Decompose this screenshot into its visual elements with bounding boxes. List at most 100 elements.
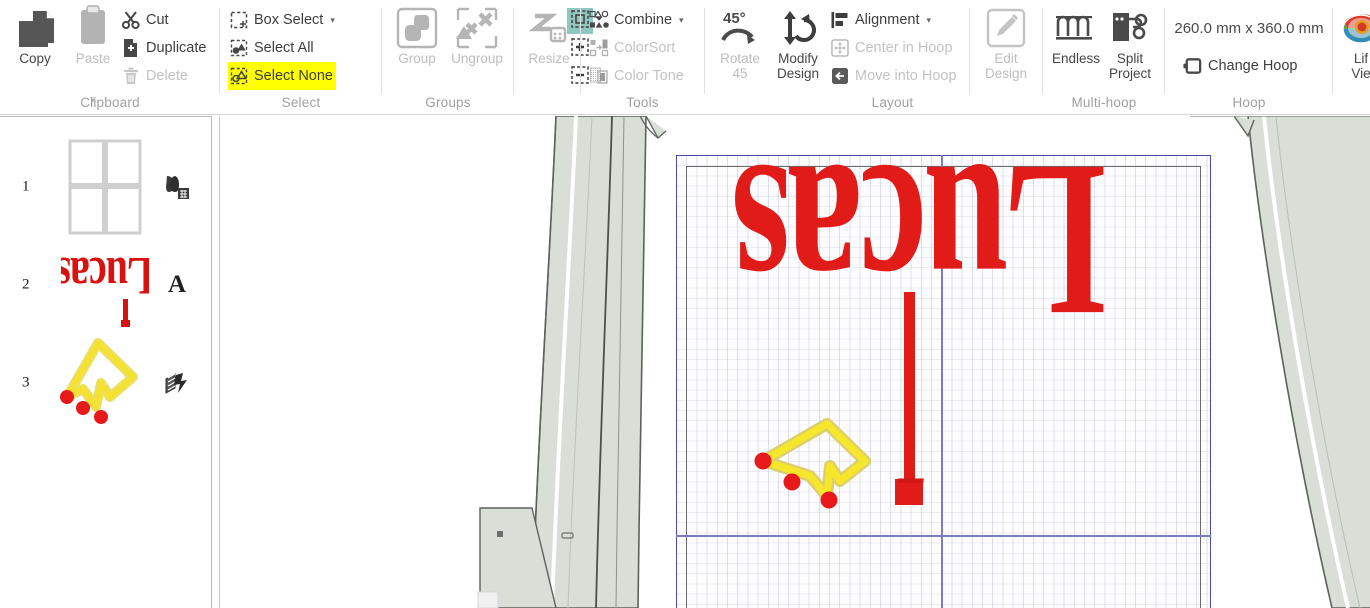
colorsort-button[interactable]: ColorSort [588, 34, 678, 62]
delete-button[interactable]: Delete [120, 62, 191, 90]
group-label-select: Select [281, 95, 321, 110]
ribbon-group-hoop: 260.0 mm x 360.0 mm Change Hoop Hoop [1165, 0, 1333, 115]
pencil-square-icon [975, 4, 1037, 52]
center-in-hoop-button[interactable]: Center in Hoop [829, 34, 956, 62]
duplicate-button[interactable]: Duplicate [120, 34, 209, 62]
ungroup-label: Ungroup [451, 51, 503, 66]
endless-button[interactable]: Endless [1045, 4, 1107, 96]
resize-icon [518, 4, 580, 52]
copy-button[interactable]: Copy [4, 4, 66, 96]
split-project-icon [1099, 4, 1161, 52]
modify-design-label-line1: Modify [778, 51, 818, 66]
ribbon-group-clipboard: Copy Paste ▾ Cut Duplicate Delete Clipbo… [0, 0, 220, 115]
copy-icon [4, 4, 66, 52]
ribbon-group-multihoop: Endless Split Project Multi-hoop [1043, 0, 1165, 115]
colortone-label: Color Tone [614, 68, 684, 84]
delete-label: Delete [146, 68, 188, 84]
design-list-panel[interactable]: 1 2 Lucas A 3 [0, 116, 212, 608]
paste-icon [62, 4, 124, 52]
endless-icon [1045, 4, 1107, 52]
edit-design-label-line1: Edit [994, 51, 1018, 66]
cut-label: Cut [146, 12, 169, 28]
resize-button[interactable]: Resize [518, 4, 580, 96]
change-hoop-label: Change Hoop [1208, 58, 1298, 74]
box-select-label: Box Select [254, 12, 324, 28]
select-all-button[interactable]: Select All [228, 34, 317, 62]
yellow-arrow-thumbnail [55, 333, 155, 433]
ribbon-group-tools: Resize Combine ▾ ColorSort Color Tone To… [514, 0, 705, 115]
combine-dropdown-caret[interactable]: ▾ [679, 15, 684, 26]
rotate-45-button[interactable]: 45° Rotate 45 [709, 4, 771, 96]
duplicate-label: Duplicate [146, 40, 207, 56]
ribbon-group-layout: 45° Rotate 45 Modify Design Alignment ▾ … [705, 0, 970, 115]
group-label-layout: Layout [871, 95, 914, 110]
alignment-dropdown-caret[interactable]: ▾ [926, 15, 931, 26]
rotate-45-label-line2: 45 [732, 65, 748, 81]
divider [580, 8, 581, 94]
scissors-icon [120, 10, 141, 31]
svg-text:Lucas: Lucas [61, 246, 149, 305]
group-label-groups: Groups [425, 95, 471, 110]
ungroup-button[interactable]: Ungroup [446, 4, 508, 96]
edit-design-button[interactable]: Edit Design [975, 4, 1037, 96]
hoop-size-text: 260.0 mm x 360.0 mm [1174, 20, 1324, 37]
combine-button[interactable]: Combine ▾ [588, 6, 687, 34]
select-none-label: Select None [254, 68, 333, 84]
modify-design-icon [767, 4, 829, 52]
lifelike-view-label-line1: Lif [1353, 51, 1369, 66]
lucas-text-thumbnail: Lucas [55, 235, 155, 335]
ribbon-group-edit: Edit Design [970, 0, 1043, 115]
box-select-dropdown-caret[interactable]: ▾ [330, 15, 335, 26]
colorsort-icon [588, 38, 609, 59]
alignment-icon [829, 10, 850, 31]
embroidery-canvas[interactable]: Lucas [219, 116, 1370, 608]
cut-button[interactable]: Cut [120, 6, 172, 34]
alignment-button[interactable]: Alignment ▾ [829, 6, 934, 34]
box-select-icon [228, 10, 249, 31]
colortone-icon [588, 66, 609, 87]
lifelike-view-icon [1333, 4, 1370, 52]
four-pane-window-thumbnail [55, 137, 155, 237]
lifelike-view-label-line2: Vie [1351, 65, 1370, 81]
yellow-arrow-design [754, 418, 871, 509]
list-item[interactable]: 2 Lucas A [0, 235, 210, 335]
design-object-icon [162, 172, 192, 202]
group-label-multihoop: Multi-hoop [1071, 95, 1137, 110]
split-project-button[interactable]: Split Project [1099, 4, 1161, 96]
modify-design-button[interactable]: Modify Design [767, 4, 829, 96]
move-into-hoop-button[interactable]: Move into Hoop [829, 62, 960, 90]
modify-design-label-line2: Design [776, 65, 820, 81]
center-in-hoop-icon [829, 38, 850, 59]
move-into-hoop-icon [829, 66, 850, 87]
box-select-button[interactable]: Box Select ▾ [228, 6, 338, 34]
svg-text:Lucas: Lucas [735, 118, 1106, 364]
group-label-tools: Tools [626, 95, 659, 110]
split-project-label-line2: Project [1108, 65, 1152, 81]
alignment-label: Alignment [855, 12, 920, 28]
lifelike-view-button[interactable]: Lif Vie [1333, 4, 1370, 96]
change-hoop-button[interactable]: Change Hoop [1182, 52, 1301, 80]
select-all-label: Select All [254, 40, 314, 56]
list-item[interactable]: 3 [0, 333, 210, 433]
ribbon-group-groups: Group Ungroup Groups [382, 0, 514, 115]
paste-button[interactable]: Paste ▾ [62, 4, 124, 105]
ribbon-group-view: Lif Vie [1333, 0, 1370, 115]
center-in-hoop-label: Center in Hoop [855, 40, 953, 56]
list-item[interactable]: 1 [0, 137, 210, 237]
edit-design-label-line2: Design [984, 65, 1028, 81]
group-button[interactable]: Group [386, 4, 448, 96]
select-all-icon [228, 38, 249, 59]
group-icon [386, 4, 448, 52]
colortone-button[interactable]: Color Tone [588, 62, 687, 90]
letter-a-icon: A [167, 271, 187, 298]
endless-label: Endless [1051, 51, 1101, 66]
select-none-button[interactable]: Select None [228, 62, 336, 90]
resize-label: Resize [528, 51, 570, 66]
ribbon-group-select: Box Select ▾ Select All Select None Sele… [220, 0, 593, 115]
copy-label: Copy [19, 51, 51, 66]
ribbon-toolbar: Copy Paste ▾ Cut Duplicate Delete Clipbo… [0, 0, 1370, 115]
move-into-hoop-label: Move into Hoop [855, 68, 957, 84]
design-index: 2 [22, 276, 30, 293]
design-artwork[interactable]: Lucas [220, 116, 1370, 608]
combine-icon [588, 10, 609, 31]
